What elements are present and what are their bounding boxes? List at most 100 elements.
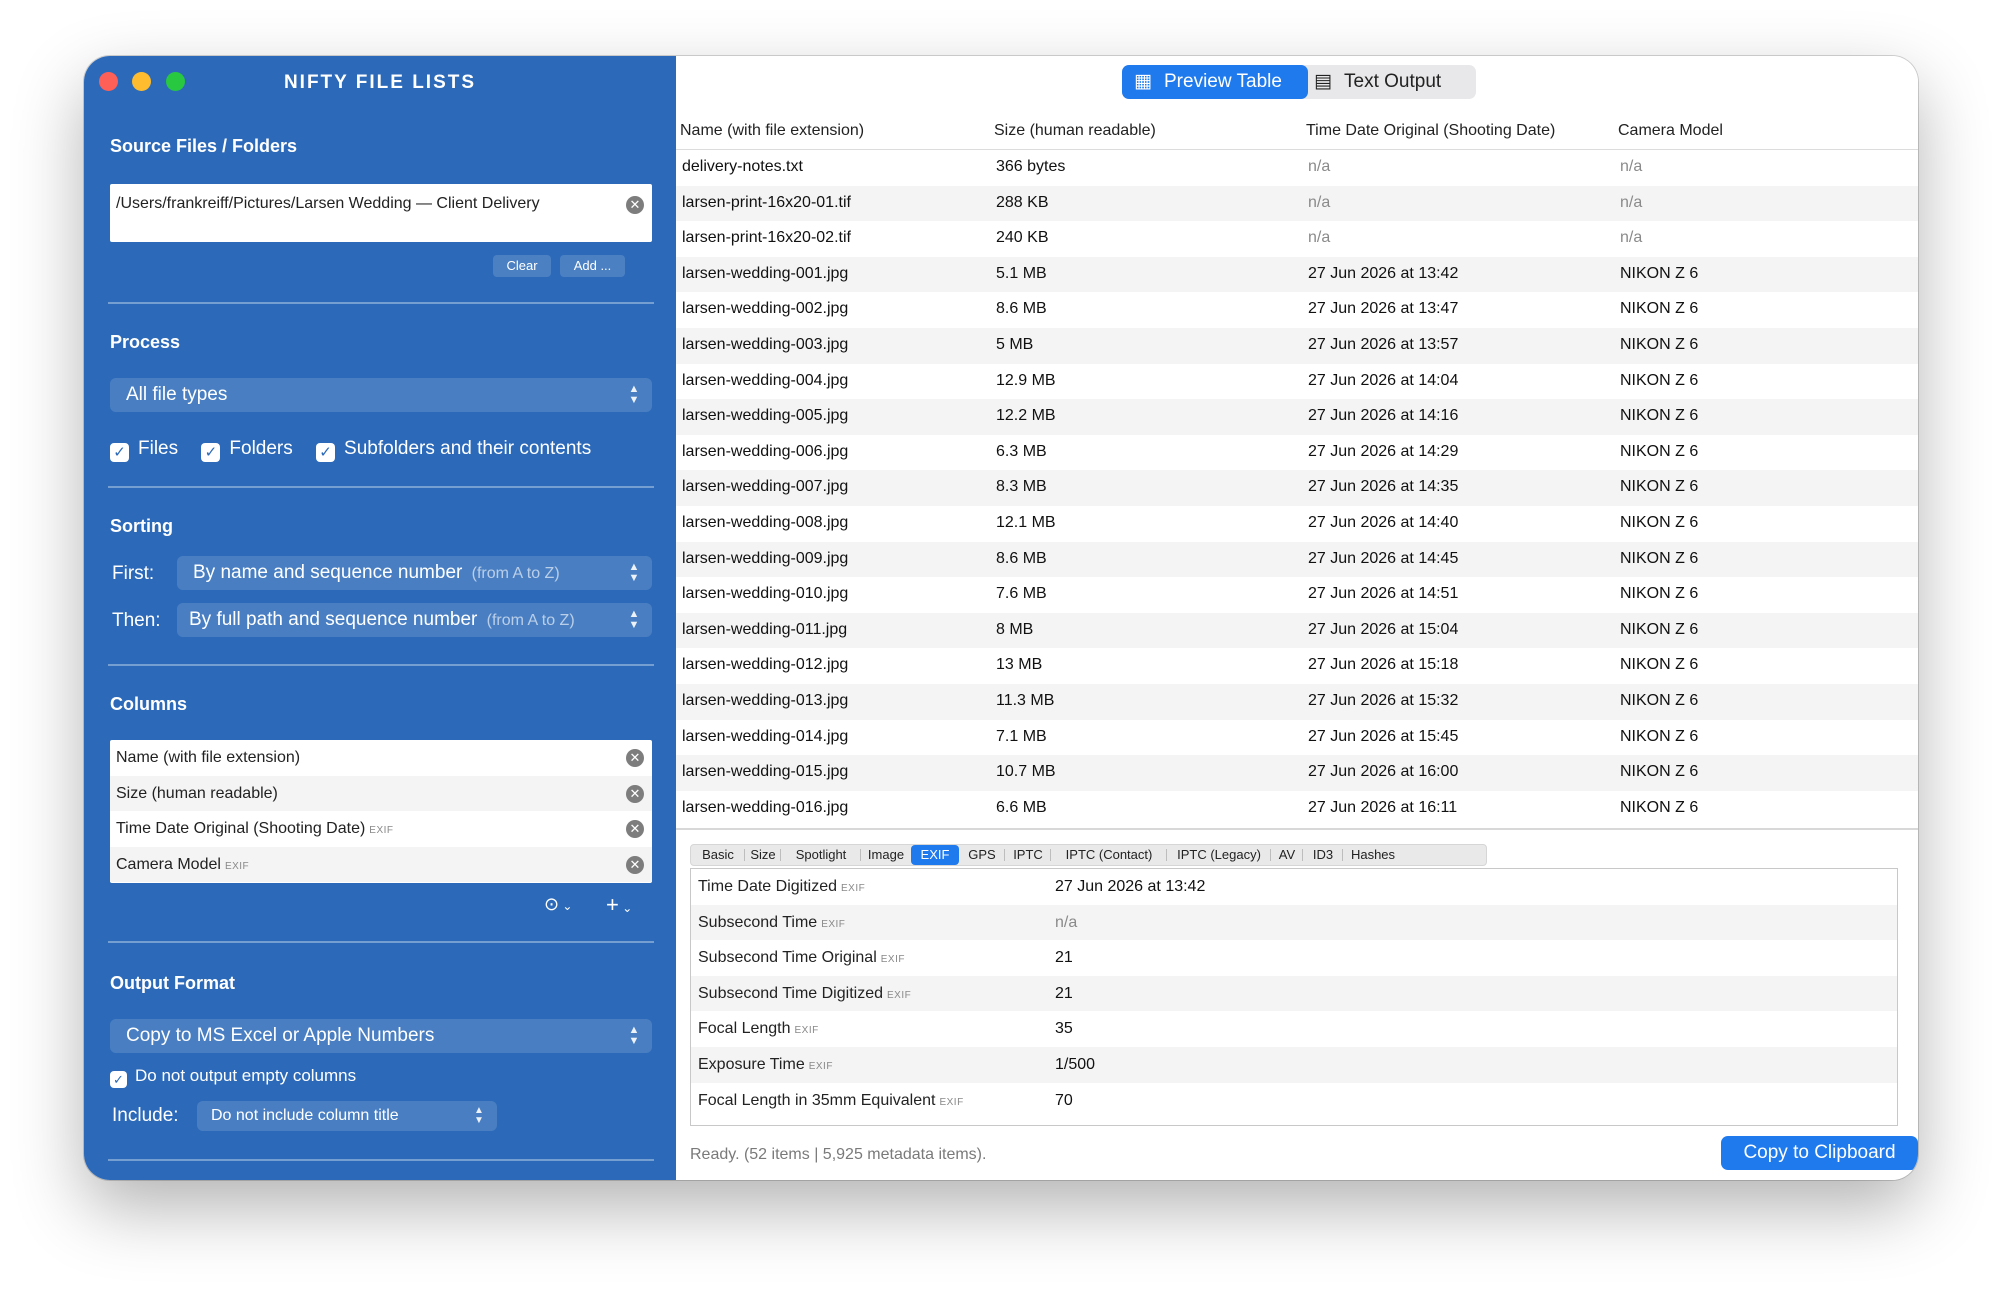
cell-camera: NIKON Z 6 (1620, 691, 1699, 709)
cell-name: larsen-wedding-011.jpg (682, 620, 848, 638)
table-row[interactable]: larsen-wedding-013.jpg 11.3 MB 27 Jun 2026… (676, 683, 1918, 720)
table-row[interactable]: larsen-wedding-006.jpg 6.3 MB 27 Jun 2026 … (676, 435, 1918, 471)
table-row[interactable]: larsen-wedding-005.jpg 12.2 MB 27 Jun 2026… (676, 399, 1918, 435)
cell-name: larsen-wedding-016.jpg (682, 798, 849, 816)
table-row[interactable]: larsen-wedding-014.jpg 7.1 MB 27 Jun 2026 … (676, 720, 1918, 756)
chevron-updown-icon: ▲ ▼ (474, 1105, 484, 1126)
metadata-key-wrap: Focal Length EXIF (698, 1020, 819, 1038)
include-select[interactable]: Do not include column title ▲ ▼ (197, 1101, 497, 1131)
metadata-row[interactable]: Time Date Digitized EXIF 27 Jun 2026 at 13… (691, 869, 1897, 905)
copy-to-clipboard-button[interactable]: Copy to Clipboard (1721, 1136, 1918, 1170)
tab-iptc-legacy[interactable]: IPTC (Legacy) (1167, 845, 1271, 865)
table-body: delivery-notes.txt 366 bytes n/a n/a larsen-… (676, 150, 1918, 826)
cell-size: 12.2 MB (996, 407, 1056, 425)
metadata-row[interactable]: Exposure Time EXIF 1/500 (691, 1046, 1897, 1083)
tab-gps[interactable]: GPS (959, 845, 1005, 865)
table-row[interactable]: larsen-wedding-002.jpg 8.6 MB 27 Jun 2026 … (676, 292, 1918, 328)
output-section-title: Output Format (110, 973, 235, 993)
source-path[interactable]: /Users/frankreiff/Pictures/Larsen Weddin… (116, 195, 540, 213)
cell-name: larsen-print-16x20-01.tif (682, 193, 851, 211)
tab-basic[interactable]: Basic (691, 845, 745, 865)
metadata-row[interactable]: Subsecond Time Original EXIF 21 (691, 940, 1897, 976)
cell-date: 27 Jun 2026 at 14:35 (1308, 478, 1459, 496)
remove-column-icon[interactable]: ✕ (626, 749, 644, 767)
table-row[interactable]: larsen-print-16x20-01.tif 288 KB n/a n/a (676, 185, 1918, 222)
cell-name: larsen-wedding-006.jpg (682, 442, 849, 460)
splitter[interactable] (676, 828, 1918, 830)
skip-empty-label: Do not output empty columns (135, 1066, 357, 1085)
column-item[interactable]: Time Date Original (Shooting Date) EXIF ✕ (110, 811, 652, 847)
metadata-row[interactable]: Subsecond Time Digitized EXIF 21 (691, 975, 1897, 1012)
source-list[interactable]: /Users/frankreiff/Pictures/Larsen Weddin… (110, 184, 652, 242)
cell-camera: NIKON Z 6 (1620, 620, 1699, 638)
table-row[interactable]: delivery-notes.txt 366 bytes n/a n/a (676, 150, 1918, 186)
exif-tag: EXIF (794, 1025, 819, 1037)
table-row[interactable]: larsen-wedding-012.jpg 13 MB 27 Jun 2026 a… (676, 648, 1918, 684)
table-row[interactable]: larsen-wedding-007.jpg 8.3 MB 27 Jun 2026 … (676, 470, 1918, 506)
metadata-row[interactable]: Subsecond Time EXIF n/a (691, 904, 1897, 941)
column-header-size[interactable]: Size (human readable) (994, 122, 1156, 140)
chevron-down-icon: ⌄ (559, 899, 573, 913)
tab-hashes[interactable]: Hashes (1343, 845, 1403, 865)
table-row[interactable]: larsen-wedding-010.jpg 7.6 MB 27 Jun 2026 … (676, 577, 1918, 613)
remove-source-icon[interactable]: ✕ (626, 196, 644, 214)
folders-checkbox[interactable]: ✓ (201, 443, 221, 462)
skip-empty-checkbox[interactable]: ✓ (110, 1071, 127, 1088)
cell-camera: NIKON Z 6 (1620, 300, 1699, 318)
cell-date: 27 Jun 2026 at 14:51 (1308, 585, 1459, 603)
tab-text-output[interactable]: ▤ Text Output (1308, 65, 1476, 99)
table-row[interactable]: larsen-wedding-008.jpg 12.1 MB 27 Jun 2026… (676, 506, 1918, 542)
tab-exif[interactable]: EXIF (911, 845, 959, 865)
remove-column-icon[interactable]: ✕ (626, 784, 644, 803)
subfolders-checkbox[interactable]: ✓ (316, 443, 336, 462)
sort-first-select[interactable]: By name and sequence number (from A to Z… (177, 556, 652, 590)
table-row[interactable]: larsen-wedding-009.jpg 8.6 MB 27 Jun 2026 … (676, 541, 1918, 578)
sort-then-select[interactable]: By full path and sequence number (from A… (177, 603, 652, 637)
tab-size[interactable]: Size (745, 845, 781, 865)
add-source-button[interactable]: Add ... (560, 255, 625, 277)
column-item[interactable]: Name (with file extension) ✕ (110, 740, 652, 776)
metadata-row[interactable]: Focal Length EXIF 35 (691, 1011, 1897, 1047)
table-row[interactable]: larsen-wedding-011.jpg 8 MB 27 Jun 2026 at… (676, 612, 1918, 649)
tab-preview-table[interactable]: ▦ Preview Table (1122, 65, 1308, 99)
column-item[interactable]: Size (human readable) ✕ (110, 775, 652, 812)
cell-date: n/a (1308, 193, 1331, 211)
column-item[interactable]: Camera Model EXIF ✕ (110, 846, 652, 883)
add-column-menu[interactable]: + ⌄ (606, 892, 632, 918)
table-row[interactable]: larsen-wedding-001.jpg 5.1 MB 27 Jun 2026 … (676, 256, 1918, 293)
remove-column-icon[interactable]: ✕ (626, 820, 644, 839)
cell-date: 27 Jun 2026 at 13:42 (1308, 264, 1459, 282)
tab-iptc-contact[interactable]: IPTC (Contact) (1051, 845, 1167, 865)
table-row[interactable]: larsen-wedding-004.jpg 12.9 MB 27 Jun 2026… (676, 364, 1918, 400)
tab-spotlight[interactable]: Spotlight (781, 845, 861, 865)
cell-name: larsen-wedding-010.jpg (682, 585, 849, 603)
chevron-updown-icon: ▲ ▼ (628, 608, 640, 631)
metadata-key-wrap: Subsecond Time EXIF (698, 914, 845, 932)
clear-sources-button[interactable]: Clear (493, 255, 551, 277)
output-format-select[interactable]: Copy to MS Excel or Apple Numbers ▲ ▼ (110, 1019, 652, 1053)
column-header-date[interactable]: Time Date Original (Shooting Date) (1306, 122, 1555, 140)
table-row[interactable]: larsen-wedding-015.jpg 10.7 MB 27 Jun 2026… (676, 755, 1918, 791)
columns-section-title: Columns (110, 694, 188, 714)
metadata-key-wrap: Time Date Digitized EXIF (698, 878, 865, 896)
file-types-select[interactable]: All file types ▲ ▼ (110, 378, 652, 412)
table-row[interactable]: larsen-wedding-016.jpg 6.6 MB 27 Jun 2026 … (676, 791, 1918, 827)
metadata-row[interactable]: Focal Length in 35mm Equivalent EXIF 70 (691, 1083, 1897, 1119)
table-row[interactable]: larsen-print-16x20-02.tif 240 KB n/a n/a (676, 221, 1918, 257)
tab-av[interactable]: AV (1271, 845, 1303, 865)
cell-size: 288 KB (996, 193, 1049, 211)
remove-column-icon[interactable]: ✕ (626, 855, 644, 874)
exif-tag: EXIF (939, 1096, 964, 1108)
column-options-menu[interactable]: ⊙ ⌄ (544, 894, 572, 915)
tab-image[interactable]: Image (861, 845, 911, 865)
table-row[interactable]: larsen-wedding-003.jpg 5 MB 27 Jun 2026 at… (676, 327, 1918, 364)
cell-name: larsen-wedding-014.jpg (682, 727, 849, 745)
files-checkbox[interactable]: ✓ (110, 443, 129, 462)
column-header-camera[interactable]: Camera Model (1618, 122, 1723, 140)
tab-id3[interactable]: ID3 (1303, 845, 1343, 865)
column-header-name[interactable]: Name (with file extension) (680, 122, 864, 140)
cell-date: 27 Jun 2026 at 14:29 (1308, 442, 1459, 460)
tab-iptc[interactable]: IPTC (1005, 845, 1051, 865)
include-label: Include: (112, 1105, 179, 1126)
metadata-value: 21 (1055, 984, 1073, 1002)
